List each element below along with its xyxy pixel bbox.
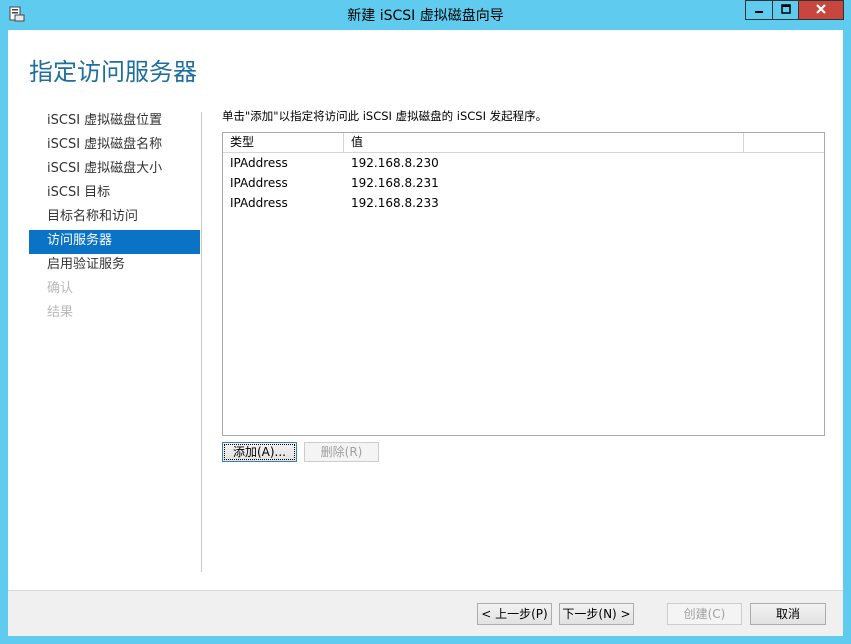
nav-item-target-name-access[interactable]: 目标名称和访问 (29, 206, 200, 230)
cell-type: IPAddress (230, 176, 288, 190)
close-icon (815, 3, 827, 18)
nav-item-enable-auth[interactable]: 启用验证服务 (29, 254, 200, 278)
cell-type: IPAddress (230, 156, 288, 170)
remove-button: 删除(R) (304, 442, 379, 462)
nav-item-disk-name[interactable]: iSCSI 虚拟磁盘名称 (29, 134, 200, 158)
list-row[interactable]: IPAddress 192.168.8.230 (223, 153, 824, 173)
create-button: 创建(C) (667, 603, 742, 625)
previous-button[interactable]: < 上一步(P) (477, 603, 552, 625)
title-bar[interactable]: 新建 iSCSI 虚拟磁盘向导 (0, 0, 851, 28)
initiator-list[interactable]: 类型 值 IPAddress 192.168.8.230 IPAddress 1… (222, 132, 825, 436)
cell-type: IPAddress (230, 196, 288, 210)
wizard-client-area: 指定访问服务器 iSCSI 虚拟磁盘位置 iSCSI 虚拟磁盘名称 iSCSI … (8, 30, 843, 636)
column-header-value[interactable]: 值 (344, 133, 744, 152)
wizard-window: 新建 iSCSI 虚拟磁盘向导 指定访问服务器 iSCSI 虚拟磁盘位置 iSC… (0, 0, 851, 644)
cancel-button[interactable]: 取消 (750, 603, 826, 625)
minimize-button[interactable] (745, 0, 773, 20)
window-title: 新建 iSCSI 虚拟磁盘向导 (347, 8, 504, 24)
nav-item-access-servers[interactable]: 访问服务器 (29, 230, 200, 254)
nav-item-disk-location[interactable]: iSCSI 虚拟磁盘位置 (29, 110, 200, 134)
wizard-steps-nav: iSCSI 虚拟磁盘位置 iSCSI 虚拟磁盘名称 iSCSI 虚拟磁盘大小 i… (29, 110, 200, 326)
nav-item-results: 结果 (47, 305, 74, 320)
page-title: 指定访问服务器 (29, 58, 197, 86)
column-header-type[interactable]: 类型 (223, 133, 344, 152)
list-row[interactable]: IPAddress 192.168.8.231 (223, 173, 824, 193)
cell-value: 192.168.8.230 (351, 156, 439, 170)
cell-value: 192.168.8.231 (351, 176, 439, 190)
list-row[interactable]: IPAddress 192.168.8.233 (223, 193, 824, 213)
instruction-text: 单击"添加"以指定将访问此 iSCSI 虚拟磁盘的 iSCSI 发起程序。 (222, 109, 548, 123)
nav-item-confirm: 确认 (47, 281, 74, 296)
nav-item-iscsi-target[interactable]: iSCSI 目标 (29, 182, 200, 206)
list-header: 类型 值 (223, 133, 824, 153)
maximize-icon (780, 3, 791, 17)
next-button[interactable]: 下一步(N) > (559, 603, 634, 625)
maximize-button[interactable] (772, 0, 799, 20)
close-button[interactable] (798, 0, 844, 20)
minimize-icon (754, 3, 764, 17)
column-header-extra[interactable] (744, 133, 824, 152)
nav-item-disk-size[interactable]: iSCSI 虚拟磁盘大小 (29, 158, 200, 182)
nav-divider (201, 112, 202, 572)
cell-value: 192.168.8.233 (351, 196, 439, 210)
add-button[interactable]: 添加(A)... (222, 442, 297, 462)
